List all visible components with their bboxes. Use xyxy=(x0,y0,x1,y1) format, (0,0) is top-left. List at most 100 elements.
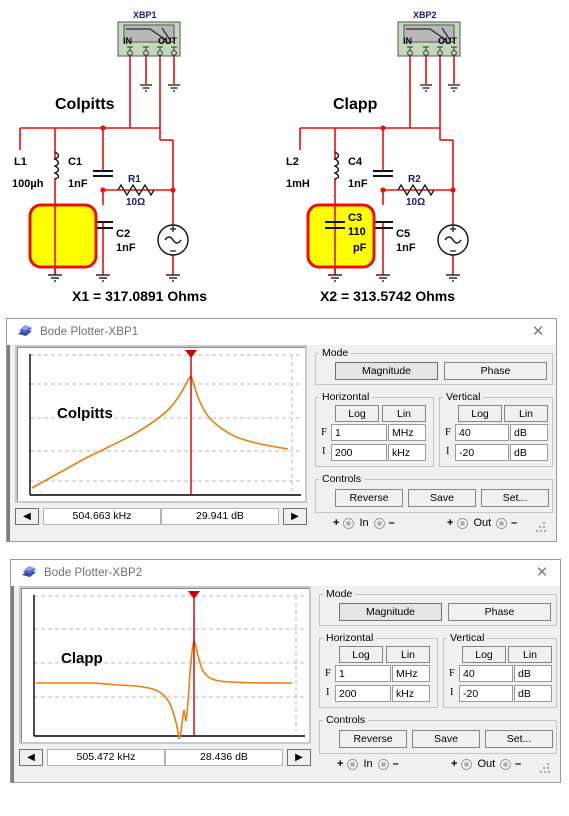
plot-inline-label: Colpitts xyxy=(57,405,113,422)
circuit-title-colpitts: Colpitts xyxy=(55,96,115,113)
magnitude-readout: 29.941 dB xyxy=(161,507,279,525)
phase-button[interactable]: Phase xyxy=(444,362,547,380)
controls-column: Mode Magnitude Phase Horizontal Log Lin … xyxy=(315,345,553,535)
label-R1-ref: R1 xyxy=(128,174,141,185)
vertical-f-unit[interactable]: dB xyxy=(514,665,552,682)
horizontal-lin-button[interactable]: Lin xyxy=(386,646,430,663)
label-C3-ref: C3 xyxy=(348,212,363,224)
out-minus-label: – xyxy=(511,517,518,529)
resize-grip-icon[interactable] xyxy=(540,763,550,773)
out-plus-radio[interactable] xyxy=(457,517,469,529)
reverse-button[interactable]: Reverse xyxy=(339,730,407,748)
out-plus-label: + xyxy=(447,517,454,529)
result-x2: X2 = 313.5742 Ohms xyxy=(320,288,456,304)
out-control-group: + Out – xyxy=(443,517,521,529)
vertical-i-input[interactable]: -20 xyxy=(455,444,509,461)
vertical-f-input[interactable]: 40 xyxy=(459,665,513,682)
label-R2-value: 10Ω xyxy=(406,197,426,208)
label-R1-value: 10Ω xyxy=(126,197,146,208)
in-control-group: + In – xyxy=(333,758,403,770)
out-plus-label: + xyxy=(451,758,458,770)
label-C5-ref: C5 xyxy=(396,228,411,240)
set-button[interactable]: Set... xyxy=(481,489,549,507)
instrument-label-xbp1: XBP1 xyxy=(133,10,157,20)
frequency-readout: 504.663 kHz xyxy=(43,507,161,525)
out-minus-label: – xyxy=(515,758,522,770)
window-title: Bode Plotter-XBP1 xyxy=(40,326,139,338)
close-icon[interactable]: ✕ xyxy=(528,322,548,340)
schematic-area: XBP1 IN OUT Colpitts L1 100µh C1 1nF C2 … xyxy=(0,0,569,312)
magnitude-button[interactable]: Magnitude xyxy=(335,362,438,380)
magnitude-button[interactable]: Magnitude xyxy=(339,603,442,621)
controls-legend: Controls xyxy=(322,473,362,485)
vertical-i-unit[interactable]: dB xyxy=(514,685,552,702)
close-icon[interactable]: ✕ xyxy=(532,563,552,581)
result-x1: X1 = 317.0891 Ohms xyxy=(72,288,208,304)
horizontal-i-unit[interactable]: kHz xyxy=(388,444,426,461)
label-L2-ref: L2 xyxy=(286,156,299,168)
out-plus-radio[interactable] xyxy=(461,758,473,770)
vertical-lin-button[interactable]: Lin xyxy=(508,646,552,663)
horizontal-lin-button[interactable]: Lin xyxy=(382,405,426,422)
in-plus-radio[interactable] xyxy=(347,758,359,770)
horizontal-f-unit[interactable]: MHz xyxy=(388,424,426,441)
xbp1-in-label: IN xyxy=(123,36,132,46)
horizontal-log-button[interactable]: Log xyxy=(335,405,379,422)
bode-plotter-icon xyxy=(18,325,32,336)
cursor-right-button[interactable]: ▶ xyxy=(283,507,307,525)
title-bar[interactable]: Bode Plotter-XBP1 ✕ xyxy=(7,319,556,345)
phase-button[interactable]: Phase xyxy=(448,603,551,621)
horizontal-log-button[interactable]: Log xyxy=(339,646,383,663)
vertical-f-label: F xyxy=(449,668,455,679)
cursor-left-button[interactable]: ◀ xyxy=(15,507,39,525)
vertical-legend: Vertical xyxy=(446,391,481,403)
controls-legend: Controls xyxy=(326,714,366,726)
horizontal-i-unit[interactable]: kHz xyxy=(392,685,430,702)
save-button[interactable]: Save xyxy=(408,489,476,507)
horizontal-f-unit[interactable]: MHz xyxy=(392,665,430,682)
in-minus-radio[interactable] xyxy=(377,758,389,770)
in-plus-radio[interactable] xyxy=(343,517,355,529)
label-L2-value: 1mH xyxy=(286,178,310,190)
in-plus-label: + xyxy=(333,517,340,529)
vertical-f-unit[interactable]: dB xyxy=(510,424,548,441)
label-C2-value: 1nF xyxy=(116,242,136,254)
label-L1-ref: L1 xyxy=(14,156,27,168)
horizontal-f-input[interactable]: 1 xyxy=(335,665,391,682)
plot-frame[interactable]: Clapp xyxy=(19,586,311,744)
vertical-i-input[interactable]: -20 xyxy=(459,685,513,702)
vertical-f-input[interactable]: 40 xyxy=(455,424,509,441)
vertical-lin-button[interactable]: Lin xyxy=(504,405,548,422)
resize-grip-icon[interactable] xyxy=(536,522,546,532)
vertical-i-unit[interactable]: dB xyxy=(510,444,548,461)
horizontal-i-label: I xyxy=(322,446,326,457)
cursor-right-button[interactable]: ▶ xyxy=(287,748,311,766)
in-minus-radio[interactable] xyxy=(373,517,385,529)
window-title: Bode Plotter-XBP2 xyxy=(44,567,143,579)
horizontal-f-input[interactable]: 1 xyxy=(331,424,387,441)
out-minus-radio[interactable] xyxy=(500,758,512,770)
bode-plotter-window-xbp1[interactable]: Bode Plotter-XBP1 ✕ Colpitts ◀ 504.663 k… xyxy=(6,318,557,542)
out-minus-radio[interactable] xyxy=(496,517,508,529)
label-C5-value: 1nF xyxy=(396,242,416,254)
title-bar[interactable]: Bode Plotter-XBP2 ✕ xyxy=(11,560,560,586)
magnitude-readout: 28.436 dB xyxy=(165,748,283,766)
save-button[interactable]: Save xyxy=(412,730,480,748)
graph-status-bar: ◀ 505.472 kHz 28.436 dB ▶ xyxy=(19,748,311,766)
set-button[interactable]: Set... xyxy=(485,730,553,748)
cursor-left-button[interactable]: ◀ xyxy=(19,748,43,766)
label-C2-ref: C2 xyxy=(116,228,131,240)
bode-plotter-window-xbp2[interactable]: Bode Plotter-XBP2 ✕ Clapp ◀ 505.472 kHz … xyxy=(10,559,561,783)
label-C4-value: 1nF xyxy=(348,178,368,190)
reverse-button[interactable]: Reverse xyxy=(335,489,403,507)
vertical-i-label: I xyxy=(446,446,450,457)
horizontal-i-input[interactable]: 200 xyxy=(331,444,387,461)
plot-frame[interactable]: Colpitts xyxy=(15,345,307,503)
vertical-log-button[interactable]: Log xyxy=(458,405,502,422)
out-label: Out xyxy=(473,517,492,529)
mode-legend: Mode xyxy=(326,588,353,600)
graph-panel: Clapp ◀ 505.472 kHz 28.436 dB ▶ xyxy=(19,586,311,776)
horizontal-i-input[interactable]: 200 xyxy=(335,685,391,702)
vertical-f-label: F xyxy=(445,427,451,438)
vertical-log-button[interactable]: Log xyxy=(462,646,506,663)
